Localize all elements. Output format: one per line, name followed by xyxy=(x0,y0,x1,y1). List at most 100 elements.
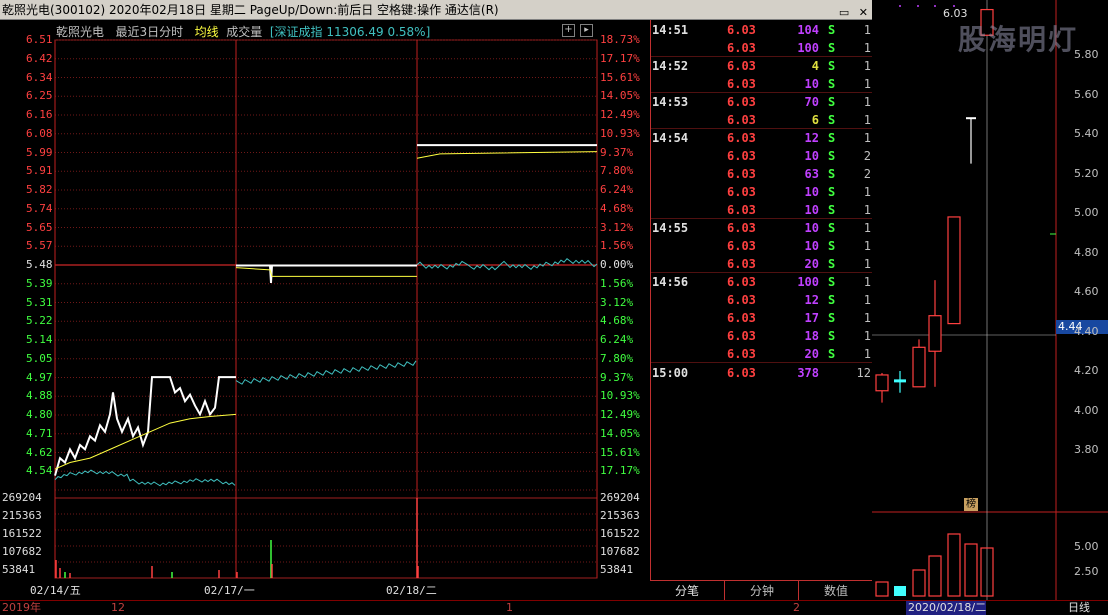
tick-row[interactable]: 14:51 6.03 104 S 1 xyxy=(651,21,873,39)
kline-price-label: 4.80 xyxy=(1074,245,1099,259)
tick-row[interactable]: 14:54 6.03 12 S 1 xyxy=(651,129,873,147)
date-label: 02/17/一 xyxy=(204,584,255,597)
pct-axis-label: 15.61% xyxy=(600,70,640,84)
tick-time: 14:52 xyxy=(652,59,689,73)
tick-vol: 10 xyxy=(804,77,819,91)
tick-vol: 6 xyxy=(811,113,819,127)
volume-axis-label: 53841 xyxy=(2,563,36,576)
tick-bs: S xyxy=(828,347,836,361)
tick-time: 14:55 xyxy=(652,221,689,235)
tick-row[interactable]: 6.03 6 S 1 xyxy=(651,111,873,129)
avg-line-label: 均线 xyxy=(194,25,219,39)
year-label: 2019年 xyxy=(2,601,41,614)
pct-axis-label: 3.12% xyxy=(600,295,634,309)
tick-price: 6.03 xyxy=(727,257,756,271)
tick-row[interactable]: 6.03 10 S 1 xyxy=(651,237,873,255)
period-selector[interactable]: 日线 xyxy=(1068,601,1090,615)
pct-axis-label: 17.17% xyxy=(600,51,640,65)
price-axis-label: 5.05 xyxy=(26,351,53,365)
close-icon[interactable]: ✕ xyxy=(859,6,868,19)
pct-axis-label: 9.37% xyxy=(600,145,634,159)
price-axis-label: 5.74 xyxy=(26,201,53,215)
tick-vol: 10 xyxy=(804,239,819,253)
kline-chart[interactable]: 股海明灯 6.03 4.44 榜 5.80 5.60 5.40 5.20 5.00 4.8… xyxy=(872,0,1108,600)
tick-vol: 70 xyxy=(804,95,819,109)
tick-row[interactable]: 14:55 6.03 10 S 1 xyxy=(651,219,873,237)
pct-axis-label: 7.80% xyxy=(600,351,634,365)
kline-canvas[interactable] xyxy=(872,0,1108,600)
month-label-1: 1 xyxy=(506,601,513,614)
volume-label: 成交量 xyxy=(226,25,263,39)
tick-row[interactable]: 6.03 63 S 2 xyxy=(651,165,873,183)
tick-bs: S xyxy=(828,23,836,37)
tick-row[interactable]: 14:53 6.03 70 S 1 xyxy=(651,93,873,111)
tick-bs: S xyxy=(828,131,836,145)
intraday-chart-canvas[interactable] xyxy=(0,20,650,580)
tick-cnt: 1 xyxy=(863,239,871,253)
kline-price-label: 4.00 xyxy=(1074,403,1099,417)
tick-row[interactable]: 6.03 10 S 2 xyxy=(651,147,873,165)
tick-row[interactable]: 6.03 10 S 1 xyxy=(651,75,873,93)
tick-vol: 100 xyxy=(797,275,819,289)
tick-price: 6.03 xyxy=(727,347,756,361)
price-axis-label: 4.54 xyxy=(26,464,53,478)
time-scroll-bar[interactable]: 2019年 12 1 2 2020/02/18/二 日线 xyxy=(0,600,1108,615)
tick-cnt: 1 xyxy=(863,95,871,109)
zoom-in-icon[interactable]: + xyxy=(562,24,575,37)
volume-axis-label: 215363 xyxy=(2,509,42,522)
kline-price-label: 5.60 xyxy=(1074,87,1099,101)
intraday-chart[interactable]: 乾照光电 最近3日分时 均线 成交量 [深证成指 11306.49 0.58%]… xyxy=(0,20,650,597)
price-axis-label: 5.99 xyxy=(26,145,53,159)
tab-ticks[interactable]: 分笔 xyxy=(650,581,724,601)
tick-price: 6.03 xyxy=(727,185,756,199)
tick-row[interactable]: 6.03 10 S 1 xyxy=(651,201,873,219)
price-line-day1 xyxy=(54,376,236,476)
restore-icon[interactable]: ▭ xyxy=(839,6,849,19)
tick-cnt: 1 xyxy=(863,221,871,235)
tick-row[interactable]: 6.03 20 S 1 xyxy=(651,345,873,363)
tick-price: 6.03 xyxy=(727,311,756,325)
tick-row[interactable]: 6.03 100 S 1 xyxy=(651,39,873,57)
tick-cnt: 1 xyxy=(863,203,871,217)
window-titlebar: 乾照光电(300102) 2020年02月18日 星期二 PageUp/Down… xyxy=(0,0,872,20)
tick-tabs: 分笔 分钟 数值 xyxy=(650,580,872,601)
pct-axis-label: 3.12% xyxy=(600,220,634,234)
tick-row[interactable]: 6.03 18 S 1 xyxy=(651,327,873,345)
tick-vol: 18 xyxy=(804,329,819,343)
tick-detail-panel[interactable]: 14:51 6.03 104 S 1 6.03 100 S 1 14:52 6.03 4 S 1 6.03 1… xyxy=(650,20,873,580)
pct-axis-label: 6.24% xyxy=(600,333,634,346)
tick-row[interactable]: 14:52 6.03 4 S 1 xyxy=(651,57,873,75)
index-line-day3 xyxy=(416,258,598,271)
tick-bs: S xyxy=(828,167,836,181)
tick-cnt: 1 xyxy=(863,185,871,199)
tick-vol: 63 xyxy=(804,167,819,181)
tab-values[interactable]: 数值 xyxy=(798,581,873,601)
pct-axis-label: 14.05% xyxy=(600,89,640,103)
kline-price-label: 5.20 xyxy=(1074,166,1099,180)
tick-bs: S xyxy=(828,293,836,307)
tick-row[interactable]: 6.03 17 S 1 xyxy=(651,309,873,327)
tick-row[interactable]: 15:00 6.03 378 12 xyxy=(651,364,873,382)
tick-bs: S xyxy=(828,185,836,199)
tick-price: 6.03 xyxy=(727,77,756,91)
tick-price: 6.03 xyxy=(727,23,756,37)
pct-axis-label: 1.56% xyxy=(600,239,634,253)
watermark: 股海明灯 xyxy=(958,23,1079,56)
tab-minutes[interactable]: 分钟 xyxy=(724,581,799,601)
tick-vol: 12 xyxy=(804,293,819,307)
scroll-right-icon[interactable]: ▸ xyxy=(580,24,593,37)
volume-axis-label: 53841 xyxy=(600,563,634,576)
tick-row[interactable]: 6.03 10 S 1 xyxy=(651,183,873,201)
tick-row[interactable]: 6.03 20 S 1 xyxy=(651,255,873,273)
price-axis-label: 4.97 xyxy=(26,370,53,384)
tick-row[interactable]: 14:56 6.03 100 S 1 xyxy=(651,273,873,291)
tick-bs: S xyxy=(828,239,836,253)
price-axis-label: 5.31 xyxy=(26,295,53,309)
tick-cnt: 1 xyxy=(863,329,871,343)
tick-vol: 17 xyxy=(804,311,819,325)
tick-row[interactable]: 6.03 12 S 1 xyxy=(651,291,873,309)
pct-axis-label: 6.24% xyxy=(600,183,634,196)
rank-badge[interactable]: 榜 xyxy=(964,498,978,511)
candle-body xyxy=(912,346,926,388)
tick-bs: S xyxy=(828,221,836,235)
